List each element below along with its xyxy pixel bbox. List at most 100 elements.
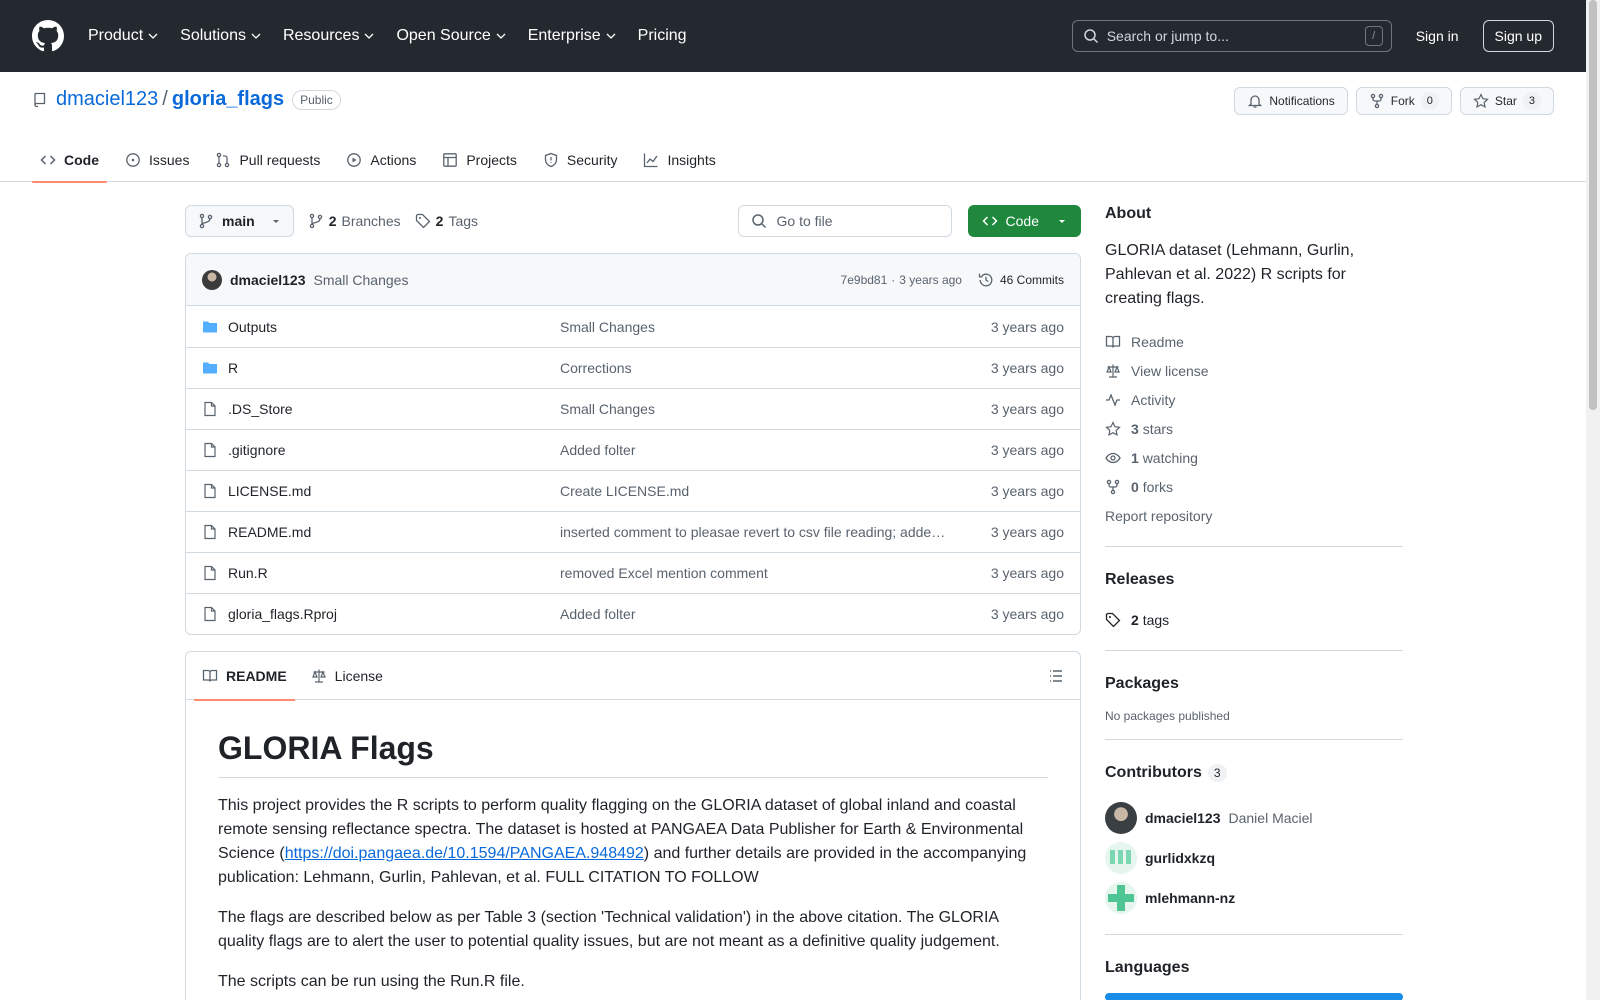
tab-issues[interactable]: Issues bbox=[117, 138, 197, 182]
file-name-link[interactable]: Run.R bbox=[228, 565, 560, 581]
file-commit-message-link[interactable]: removed Excel mention comment bbox=[560, 565, 991, 581]
file-commit-message-link[interactable]: Added folter bbox=[560, 606, 991, 622]
file-browser: dmaciel123 Small Changes 7e9bd81 · 3 yea… bbox=[185, 253, 1081, 635]
avatar[interactable] bbox=[202, 269, 222, 290]
github-logo-icon[interactable] bbox=[32, 20, 64, 52]
file-age: 3 years ago bbox=[990, 360, 1064, 376]
readme-link[interactable]: Readme bbox=[1105, 327, 1403, 356]
file-commit-message-link[interactable]: Small Changes bbox=[560, 401, 991, 417]
scrollbar-thumb[interactable] bbox=[1589, 0, 1597, 410]
nav-pricing[interactable]: Pricing bbox=[638, 27, 687, 45]
star-button[interactable]: Star 3 bbox=[1459, 87, 1554, 115]
readme-paragraph: The flags are described below as per Tab… bbox=[218, 909, 1000, 950]
star-icon bbox=[1473, 93, 1489, 109]
tab-label: Code bbox=[64, 152, 99, 168]
law-icon bbox=[1106, 364, 1120, 378]
nav-product[interactable]: Product bbox=[88, 27, 158, 45]
outline-list-icon[interactable] bbox=[1048, 668, 1064, 684]
chevron-down-icon bbox=[364, 33, 374, 39]
activity-link[interactable]: Activity bbox=[1105, 385, 1403, 414]
file-name-link[interactable]: Outputs bbox=[228, 319, 560, 335]
nav-resources[interactable]: Resources bbox=[283, 27, 374, 45]
contributor-item[interactable]: dmaciel123 Daniel Maciel bbox=[1105, 798, 1403, 838]
star-icon bbox=[1105, 420, 1121, 436]
nav-enterprise[interactable]: Enterprise bbox=[528, 27, 616, 45]
contributor-item[interactable]: mlehmann-nz bbox=[1105, 878, 1403, 918]
file-name-link[interactable]: .gitignore bbox=[228, 442, 560, 458]
code-icon bbox=[40, 155, 56, 165]
file-name-link[interactable]: LICENSE.md bbox=[228, 483, 560, 499]
tab-insights[interactable]: Insights bbox=[635, 138, 723, 182]
branch-name: main bbox=[222, 213, 255, 229]
header-actions: Search or jump to... / Sign in Sign up bbox=[1071, 20, 1554, 52]
tab-label: License bbox=[334, 667, 383, 684]
commit-author-link[interactable]: dmaciel123 bbox=[230, 272, 306, 288]
avatar bbox=[1105, 842, 1137, 874]
readme-link-label: Readme bbox=[1131, 333, 1184, 350]
global-search-input[interactable]: Search or jump to... / bbox=[1071, 20, 1392, 52]
file-name-link[interactable]: .DS_Store bbox=[228, 401, 560, 417]
file-commit-message-link[interactable]: Create LICENSE.md bbox=[560, 483, 991, 499]
tab-security[interactable]: Security bbox=[535, 138, 626, 182]
nav-solutions[interactable]: Solutions bbox=[180, 27, 261, 45]
tab-license[interactable]: License bbox=[303, 652, 391, 700]
tab-readme[interactable]: README bbox=[194, 652, 295, 701]
nav-open-source[interactable]: Open Source bbox=[396, 27, 506, 45]
tab-actions[interactable]: Actions bbox=[338, 138, 424, 182]
file-row[interactable]: LICENSE.md Create LICENSE.md 3 years ago bbox=[186, 470, 1080, 511]
branch-selector-button[interactable]: main bbox=[185, 205, 294, 237]
repo-owner-link[interactable]: dmaciel123 bbox=[56, 88, 158, 111]
file-icon bbox=[204, 606, 216, 622]
tab-label: Projects bbox=[466, 152, 517, 168]
file-row[interactable]: Run.R removed Excel mention comment 3 year… bbox=[186, 552, 1080, 593]
folder-icon bbox=[203, 321, 217, 332]
file-row[interactable]: .DS_Store Small Changes 3 years ago bbox=[186, 388, 1080, 429]
sign-in-link[interactable]: Sign in bbox=[1416, 28, 1459, 44]
code-dropdown-button[interactable]: Code bbox=[967, 205, 1081, 237]
tab-code[interactable]: Code bbox=[32, 138, 107, 183]
page-scrollbar[interactable] bbox=[1586, 0, 1600, 1000]
release-tags-label: tags bbox=[1142, 611, 1170, 628]
commits-history-link[interactable]: 46 Commits bbox=[978, 272, 1064, 288]
file-row[interactable]: gloria_flags.Rproj Added folter 3 years ag… bbox=[186, 593, 1080, 634]
commit-hash-link[interactable]: 7e9bd81 bbox=[841, 273, 888, 287]
tab-label: Security bbox=[566, 152, 618, 168]
file-row[interactable]: Outputs Small Changes 3 years ago bbox=[186, 306, 1080, 347]
go-to-file-input[interactable]: Go to file bbox=[737, 205, 952, 237]
file-row[interactable]: README.md inserted comment to pleasae rev… bbox=[186, 511, 1080, 552]
file-commit-message-link[interactable]: Added folter bbox=[560, 442, 991, 458]
forks-link[interactable]: 0 forks bbox=[1105, 472, 1403, 501]
report-repository-link[interactable]: Report repository bbox=[1105, 501, 1403, 530]
branches-link[interactable]: 2 Branches bbox=[308, 213, 401, 229]
tab-projects[interactable]: Projects bbox=[434, 138, 525, 182]
tab-pull-requests[interactable]: Pull requests bbox=[207, 138, 328, 182]
stars-link[interactable]: 3 stars bbox=[1105, 414, 1403, 443]
license-link-label: View license bbox=[1131, 362, 1209, 379]
contributor-name: Daniel Maciel bbox=[1228, 810, 1313, 826]
meta-dot: · bbox=[891, 272, 896, 287]
license-link[interactable]: View license bbox=[1105, 356, 1403, 385]
notifications-button[interactable]: Notifications bbox=[1234, 87, 1348, 115]
repo-name-link[interactable]: gloria_flags bbox=[172, 88, 284, 111]
branches-count: 2 bbox=[328, 213, 337, 229]
file-name-link[interactable]: gloria_flags.Rproj bbox=[228, 606, 560, 622]
file-commit-message-link[interactable]: Corrections bbox=[560, 360, 991, 376]
release-tags-link[interactable]: 2 tags bbox=[1105, 605, 1403, 634]
file-commit-message-link[interactable]: inserted comment to pleasae revert to cs… bbox=[560, 524, 991, 540]
releases-heading: Releases bbox=[1105, 571, 1175, 588]
file-commit-message-link[interactable]: Small Changes bbox=[560, 319, 991, 335]
doi-link[interactable]: https://doi.pangaea.de/10.1594/PANGAEA.9… bbox=[285, 845, 644, 862]
contributor-item[interactable]: gurlidxkzq bbox=[1105, 838, 1403, 878]
fork-button[interactable]: Fork 0 bbox=[1355, 87, 1452, 115]
file-name-link[interactable]: R bbox=[228, 360, 560, 376]
tags-link[interactable]: 2 Tags bbox=[415, 213, 478, 229]
file-name-link[interactable]: README.md bbox=[228, 524, 560, 540]
watchers-link[interactable]: 1 watching bbox=[1105, 443, 1403, 472]
visibility-badge: Public bbox=[292, 89, 341, 110]
sign-up-button[interactable]: Sign up bbox=[1482, 20, 1554, 52]
commit-message-link[interactable]: Small Changes bbox=[314, 272, 409, 288]
file-age: 3 years ago bbox=[990, 606, 1064, 622]
file-row[interactable]: R Corrections 3 years ago bbox=[186, 347, 1080, 388]
readme-tabs: README License bbox=[186, 652, 1080, 701]
file-row[interactable]: .gitignore Added folter 3 years ago bbox=[186, 429, 1080, 470]
